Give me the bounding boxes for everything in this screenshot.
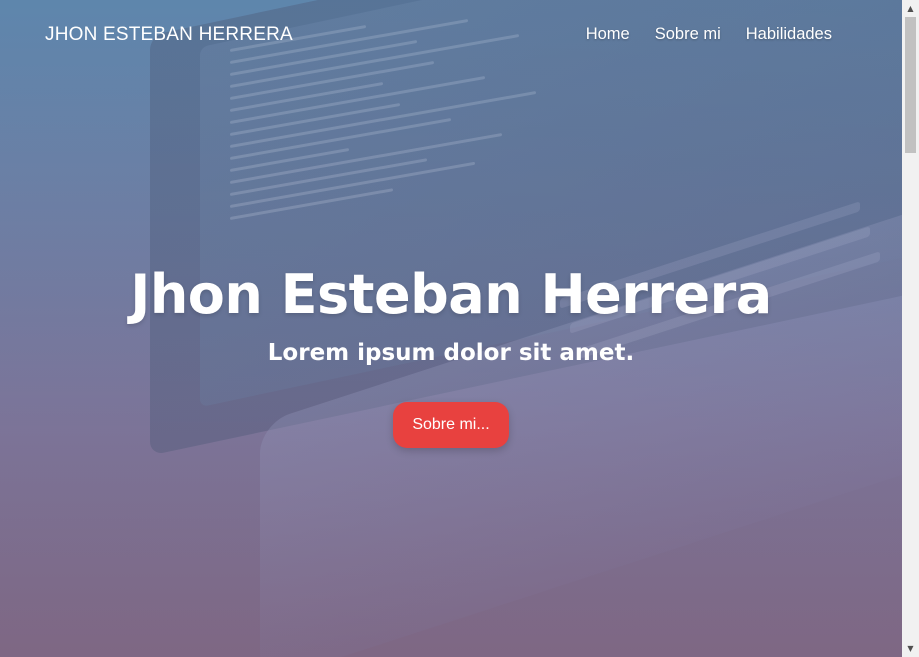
hero-content: Jhon Esteban Herrera Lorem ipsum dolor s…: [0, 258, 902, 448]
vertical-scrollbar[interactable]: ▲ ▼: [902, 0, 919, 657]
hero-subtitle: Lorem ipsum dolor sit amet.: [267, 340, 635, 366]
nav-link-home[interactable]: Home: [586, 25, 630, 44]
triangle-down-icon[interactable]: ▼: [902, 640, 919, 657]
hero-title: Jhon Esteban Herrera: [130, 263, 772, 326]
brand-logo-link[interactable]: JHON ESTEBAN HERRERA: [45, 24, 293, 46]
hero-section: JHON ESTEBAN HERRERA Home Sobre mi Habil…: [0, 0, 902, 657]
scrollbar-thumb[interactable]: [905, 17, 916, 153]
sobre-mi-button[interactable]: Sobre mi...: [393, 402, 509, 448]
nav-link-habilidades[interactable]: Habilidades: [746, 25, 832, 44]
nav-links: Home Sobre mi Habilidades: [586, 25, 832, 44]
nav-link-sobre-mi[interactable]: Sobre mi: [655, 25, 721, 44]
browser-viewport: JHON ESTEBAN HERRERA Home Sobre mi Habil…: [0, 0, 919, 657]
triangle-up-icon[interactable]: ▲: [902, 0, 919, 17]
navbar: JHON ESTEBAN HERRERA Home Sobre mi Habil…: [0, 0, 902, 72]
